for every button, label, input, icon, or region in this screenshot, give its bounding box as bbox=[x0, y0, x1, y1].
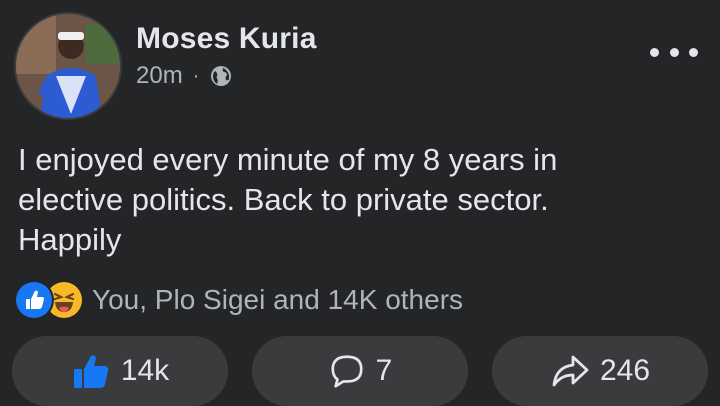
post-time[interactable]: 20m bbox=[136, 62, 183, 90]
action-bar: 14k 7 246 bbox=[12, 336, 708, 406]
dot-icon bbox=[650, 47, 659, 57]
share-count: 246 bbox=[599, 354, 651, 387]
like-count: 14k bbox=[120, 354, 170, 387]
reactions-summary[interactable]: You, Plo Sigei and 14K others bbox=[16, 282, 463, 318]
more-options-button[interactable] bbox=[650, 40, 698, 64]
comment-button[interactable]: 7 bbox=[252, 336, 468, 406]
post-text: I enjoyed every minute of my 8 years in … bbox=[18, 140, 698, 260]
post-text-line: Happily bbox=[18, 222, 122, 257]
thumbs-up-icon bbox=[73, 355, 109, 388]
meta-separator: · bbox=[192, 64, 200, 87]
like-button[interactable]: 14k bbox=[12, 336, 228, 406]
share-icon bbox=[552, 355, 589, 387]
post-text-line: I enjoyed every minute of my 8 years in bbox=[18, 142, 558, 177]
comment-count: 7 bbox=[375, 354, 393, 387]
reactions-text: You, Plo Sigei and 14K others bbox=[92, 284, 464, 315]
post-meta: 20m · bbox=[136, 62, 233, 90]
avatar[interactable] bbox=[16, 14, 120, 118]
author-name[interactable]: Moses Kuria bbox=[136, 22, 317, 56]
like-icon bbox=[16, 282, 52, 318]
comment-icon bbox=[331, 355, 363, 388]
dot-icon bbox=[689, 47, 698, 57]
dot-icon bbox=[669, 47, 679, 57]
share-button[interactable]: 246 bbox=[492, 336, 708, 406]
post-text-line: elective politics. Back to private secto… bbox=[18, 182, 549, 217]
globe-icon[interactable] bbox=[209, 64, 233, 88]
profile-photo bbox=[16, 14, 120, 118]
